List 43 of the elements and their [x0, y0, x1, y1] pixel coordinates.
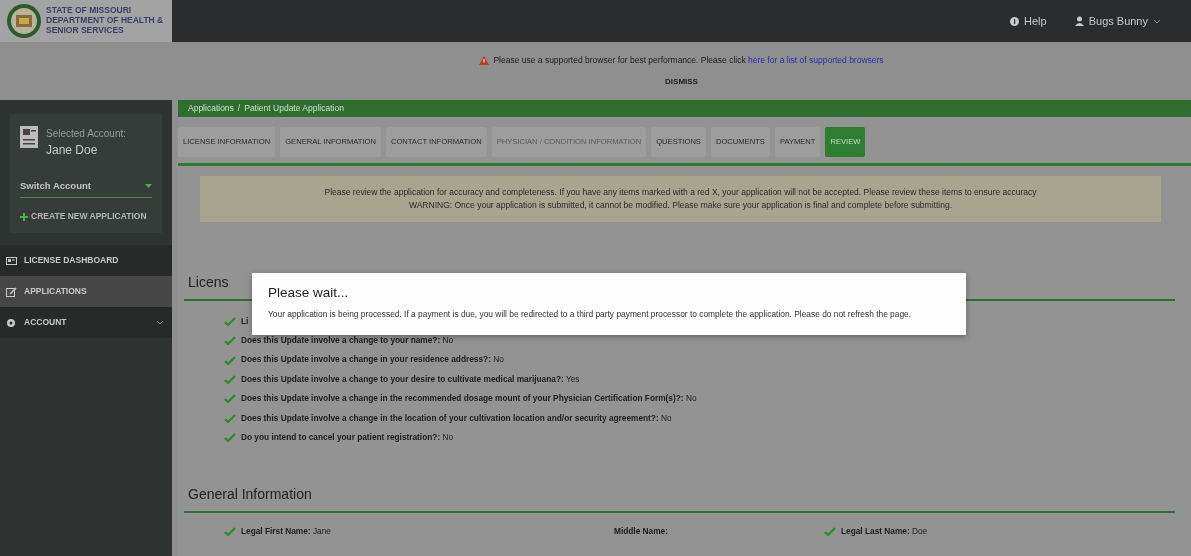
supported-browsers-link[interactable]: here for a list of supported browsers: [748, 55, 884, 66]
field-text: Does this Update involve a change to your name?: No: [241, 333, 454, 347]
nav-item[interactable]: LICENSE DASHBOARD: [0, 245, 172, 276]
account-label: Selected Account:: [46, 127, 127, 141]
field-text: Does this Update involve a change to your desire to cultivate medical marijuana?: Yes: [241, 372, 580, 386]
field-text: Legal Last Name: Doe: [841, 524, 928, 537]
create-application-button[interactable]: CREATE NEW APPLICATION: [20, 210, 147, 223]
notice-text: WARNING: Once your application is submitted, it cannot be modified. Please make sure your application is final and complete before submitting.: [408, 198, 953, 212]
nav-item[interactable]: ACCOUNT: [0, 307, 172, 338]
field-text: Li: [241, 314, 249, 327]
field-text: Do you intend to cancel your patient registration?: No: [241, 431, 454, 444]
dismiss-link[interactable]: DISMISS: [665, 75, 698, 88]
field-text: Does this Update involve a change in the location of your cultivation location and/or security agreement?: No: [241, 411, 672, 425]
breadcrumb-link[interactable]: Patient Update Application: [244, 102, 344, 115]
field-text: Does this Update involve a change in your residence address?: No: [241, 353, 504, 366]
modal-message: Your application is being processed. If a payment is due, you will be redirected to a third party payment processor to complete the application. Please do not refresh the page.: [268, 308, 913, 321]
switch-account-dropdown[interactable]: Switch Account: [20, 179, 152, 199]
field-text: Legal First Name: Jane: [241, 524, 331, 537]
id-card-icon: [20, 126, 38, 148]
breadcrumb-link[interactable]: Applications: [188, 102, 234, 115]
field-text: Does this Update involve a change in the recommended dosage mount of your Physician Certification Form(s)?: No: [241, 392, 697, 405]
alert-message: Please use a supported browser for best performance. Please click here for a list of supported browsers: [493, 54, 884, 67]
caret-down-icon: [145, 184, 152, 189]
chevron-down-icon: [1153, 18, 1161, 24]
modal-title: Please wait...: [268, 284, 350, 302]
agency-name: STATE OF MISSOURI DEPARTMENT OF HEALTH & SENIOR SERVICES: [46, 6, 164, 36]
breadcrumb-separator: /: [237, 102, 241, 115]
nav-item[interactable]: APPLICATIONS: [0, 276, 172, 307]
state-seal-logo: [6, 3, 42, 39]
warning-icon: [479, 56, 490, 65]
edit-icon: [6, 286, 17, 297]
account-name: Jane Doe: [46, 142, 99, 159]
field-text: Middle Name:: [614, 524, 668, 537]
notice-text: Please review the application for accuracy and completeness. If you have any items marked with a red X, your application will not be accepted. Please review these items to ensure accuracy: [323, 186, 1038, 199]
help-link[interactable]: Help: [1024, 12, 1047, 30]
section-heading: General Information: [184, 483, 1175, 513]
plus-icon: [20, 212, 28, 221]
id-card-icon: [6, 255, 17, 266]
info-icon: [1010, 16, 1020, 26]
user-icon: [1074, 16, 1084, 26]
user-menu[interactable]: Bugs Bunny: [1088, 12, 1148, 30]
gear-icon: [6, 317, 17, 328]
chevron-down-icon: [156, 320, 164, 325]
